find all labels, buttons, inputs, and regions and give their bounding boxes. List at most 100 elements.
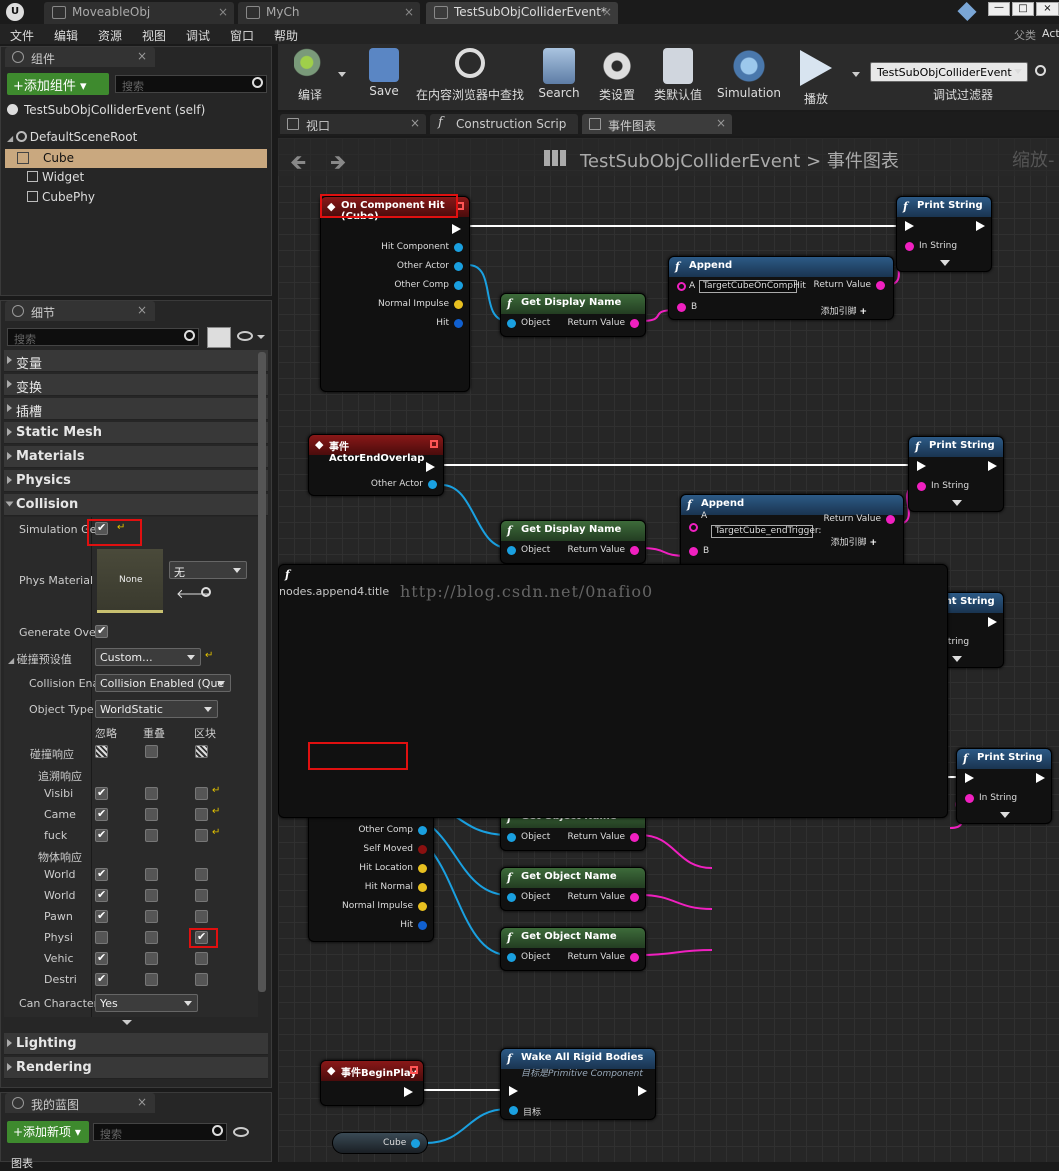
category-collision[interactable]: Collision — [4, 494, 268, 516]
object-block-checkbox[interactable] — [195, 973, 208, 986]
tab-details[interactable]: 细节 × — [5, 301, 155, 321]
expand-arrow-icon[interactable] — [952, 656, 962, 662]
hit-pin-6-pin-icon[interactable] — [418, 902, 427, 911]
other-actor-pin-icon[interactable] — [428, 480, 437, 489]
parent-class-value[interactable]: Act — [1042, 27, 1059, 40]
in-string-pin-icon[interactable] — [965, 794, 974, 803]
category-sockets[interactable]: 插槽 — [4, 398, 268, 420]
return-value-pin-icon[interactable] — [630, 953, 639, 962]
search-button[interactable]: Search — [536, 48, 582, 100]
object-ignore-checkbox[interactable] — [95, 867, 108, 881]
object-pin-icon[interactable] — [507, 833, 516, 842]
close-icon[interactable]: × — [716, 116, 726, 130]
property-matrix-button[interactable] — [207, 327, 231, 348]
add-pin-button[interactable]: 添加引脚 + — [831, 535, 877, 548]
simulation-button[interactable]: Simulation — [714, 48, 784, 100]
reset-default-icon[interactable]: ↵ — [212, 806, 220, 817]
category-static-mesh[interactable]: Static Mesh — [4, 422, 268, 444]
wake-all-rigid-bodies-node[interactable]: f Wake All Rigid Bodies 目标是Primitive Comp… — [500, 1048, 656, 1120]
generate-overlap-checkbox[interactable] — [95, 624, 108, 638]
trace-ignore-checkbox[interactable] — [95, 828, 108, 842]
collision-enabled-dropdown[interactable]: Collision Enabled (Que — [95, 674, 231, 692]
debug-search-icon[interactable] — [1035, 65, 1046, 76]
close-icon[interactable]: × — [137, 303, 147, 317]
expand-arrow-icon[interactable] — [940, 260, 950, 266]
in-string-pin-icon[interactable] — [917, 482, 926, 491]
tab-construction-script[interactable]: f Construction Scrip — [430, 114, 578, 134]
exec-out-pin-icon[interactable] — [638, 1086, 647, 1096]
object-overlap-checkbox[interactable] — [145, 931, 158, 944]
close-icon[interactable]: × — [410, 116, 420, 130]
hit-pin-4-pin-icon[interactable] — [418, 864, 427, 873]
normal-impulse-pin-icon[interactable] — [454, 300, 463, 309]
return-value-pin-icon[interactable] — [630, 893, 639, 902]
components-search-input[interactable]: 搜索 — [115, 75, 267, 93]
trace-ignore-checkbox[interactable] — [95, 807, 108, 821]
class-defaults-button[interactable]: 类默认值 — [650, 48, 706, 103]
collision-presets-dropdown[interactable]: Custom... — [95, 648, 201, 666]
object-ignore-checkbox[interactable] — [95, 931, 108, 944]
debug-object-dropdown[interactable]: TestSubObjColliderEvent — [870, 62, 1028, 82]
object-ignore-checkbox[interactable] — [95, 909, 108, 923]
a-pin-icon[interactable] — [677, 282, 686, 291]
append-node-4[interactable]: f nodes.append4.title — [278, 564, 948, 818]
doc-tab-moveableobj[interactable]: MoveableObj × — [44, 2, 234, 24]
close-icon[interactable]: × — [218, 5, 228, 19]
tree-item-defaultsceneroot[interactable]: ◢ DefaultSceneRoot — [7, 130, 137, 144]
hit-pin-2-pin-icon[interactable] — [418, 826, 427, 835]
doc-tab-mych[interactable]: MyCh × — [238, 2, 420, 24]
category-rendering[interactable]: Rendering — [4, 1057, 268, 1079]
actor-end-overlap-node[interactable]: ◆ 事件ActorEndOverlap Other Actor — [308, 434, 444, 496]
find-in-content-browser-button[interactable]: 在内容浏览器中查找 — [412, 48, 528, 103]
object-pin-icon[interactable] — [507, 546, 516, 555]
category-materials[interactable]: Materials — [4, 446, 268, 468]
return-value-pin-icon[interactable] — [876, 281, 885, 290]
category-physics[interactable]: Physics — [4, 470, 268, 492]
exec-out-pin-icon[interactable] — [1036, 773, 1045, 783]
return-value-pin-icon[interactable] — [630, 833, 639, 842]
response-overlap-all[interactable] — [145, 745, 158, 758]
details-search-input[interactable]: 搜索 — [7, 328, 199, 346]
close-icon[interactable]: × — [404, 5, 414, 19]
hit-component-pin-icon[interactable] — [454, 243, 463, 252]
trace-overlap-checkbox[interactable] — [145, 787, 158, 800]
get-display-name-node-2[interactable]: f Get Display Name Object Return Value — [500, 520, 646, 564]
return-value-pin-icon[interactable] — [630, 319, 639, 328]
menu-window[interactable]: 窗口 — [230, 27, 254, 44]
in-string-pin-icon[interactable] — [905, 242, 914, 251]
on-component-hit-node[interactable]: ◆ On Component Hit (Cube) Hit Component Ot… — [320, 196, 470, 392]
phys-material-dropdown[interactable]: 无 — [169, 561, 247, 579]
cube-out-pin-icon[interactable] — [411, 1139, 420, 1148]
expand-advanced-icon[interactable] — [122, 1020, 132, 1025]
object-block-checkbox[interactable] — [195, 889, 208, 902]
exec-in-pin-icon[interactable] — [965, 773, 974, 783]
hit-pin-5-pin-icon[interactable] — [418, 883, 427, 892]
object-overlap-checkbox[interactable] — [145, 868, 158, 881]
append-node-1[interactable]: f Append A TargetCubeOnCompHit B Return Valu… — [668, 256, 894, 320]
hit-pin-7-pin-icon[interactable] — [418, 921, 427, 930]
get-object-name-node-3[interactable]: f Get Object Name Object Return Value — [500, 927, 646, 971]
object-ignore-checkbox[interactable] — [95, 951, 108, 965]
compile-options-icon[interactable] — [338, 72, 346, 77]
menu-file[interactable]: 文件 — [10, 27, 34, 44]
other-actor-pin-icon[interactable] — [454, 262, 463, 271]
reset-default-icon[interactable]: ↵ — [212, 785, 220, 796]
expand-arrow-icon[interactable] — [952, 500, 962, 506]
menu-debug[interactable]: 调试 — [186, 27, 210, 44]
return-value-pin-icon[interactable] — [630, 546, 639, 555]
menu-edit[interactable]: 编辑 — [54, 27, 78, 44]
tree-item-self[interactable]: TestSubObjColliderEvent (self) — [7, 103, 205, 117]
append-node-2[interactable]: f Append A TargetCube_endTrigger: B Return V… — [680, 494, 904, 572]
delegate-pin-icon[interactable] — [410, 1066, 418, 1074]
my-blueprint-search-input[interactable]: 搜索 — [93, 1123, 227, 1141]
delegate-pin-icon[interactable] — [430, 440, 438, 448]
get-display-name-node-1[interactable]: f Get Display Name Object Return Value — [500, 293, 646, 337]
begin-play-node[interactable]: ◆ 事件BeginPlay — [320, 1060, 424, 1106]
get-object-name-node-2[interactable]: f Get Object Name Object Return Value — [500, 867, 646, 911]
tab-my-blueprint[interactable]: 我的蓝图 × — [5, 1093, 155, 1113]
trace-ignore-checkbox[interactable] — [95, 786, 108, 800]
save-button[interactable]: Save — [362, 48, 406, 98]
menu-asset[interactable]: 资源 — [98, 27, 122, 44]
exec-out-pin-icon[interactable] — [976, 221, 985, 231]
tab-components[interactable]: 组件 × — [5, 47, 155, 67]
